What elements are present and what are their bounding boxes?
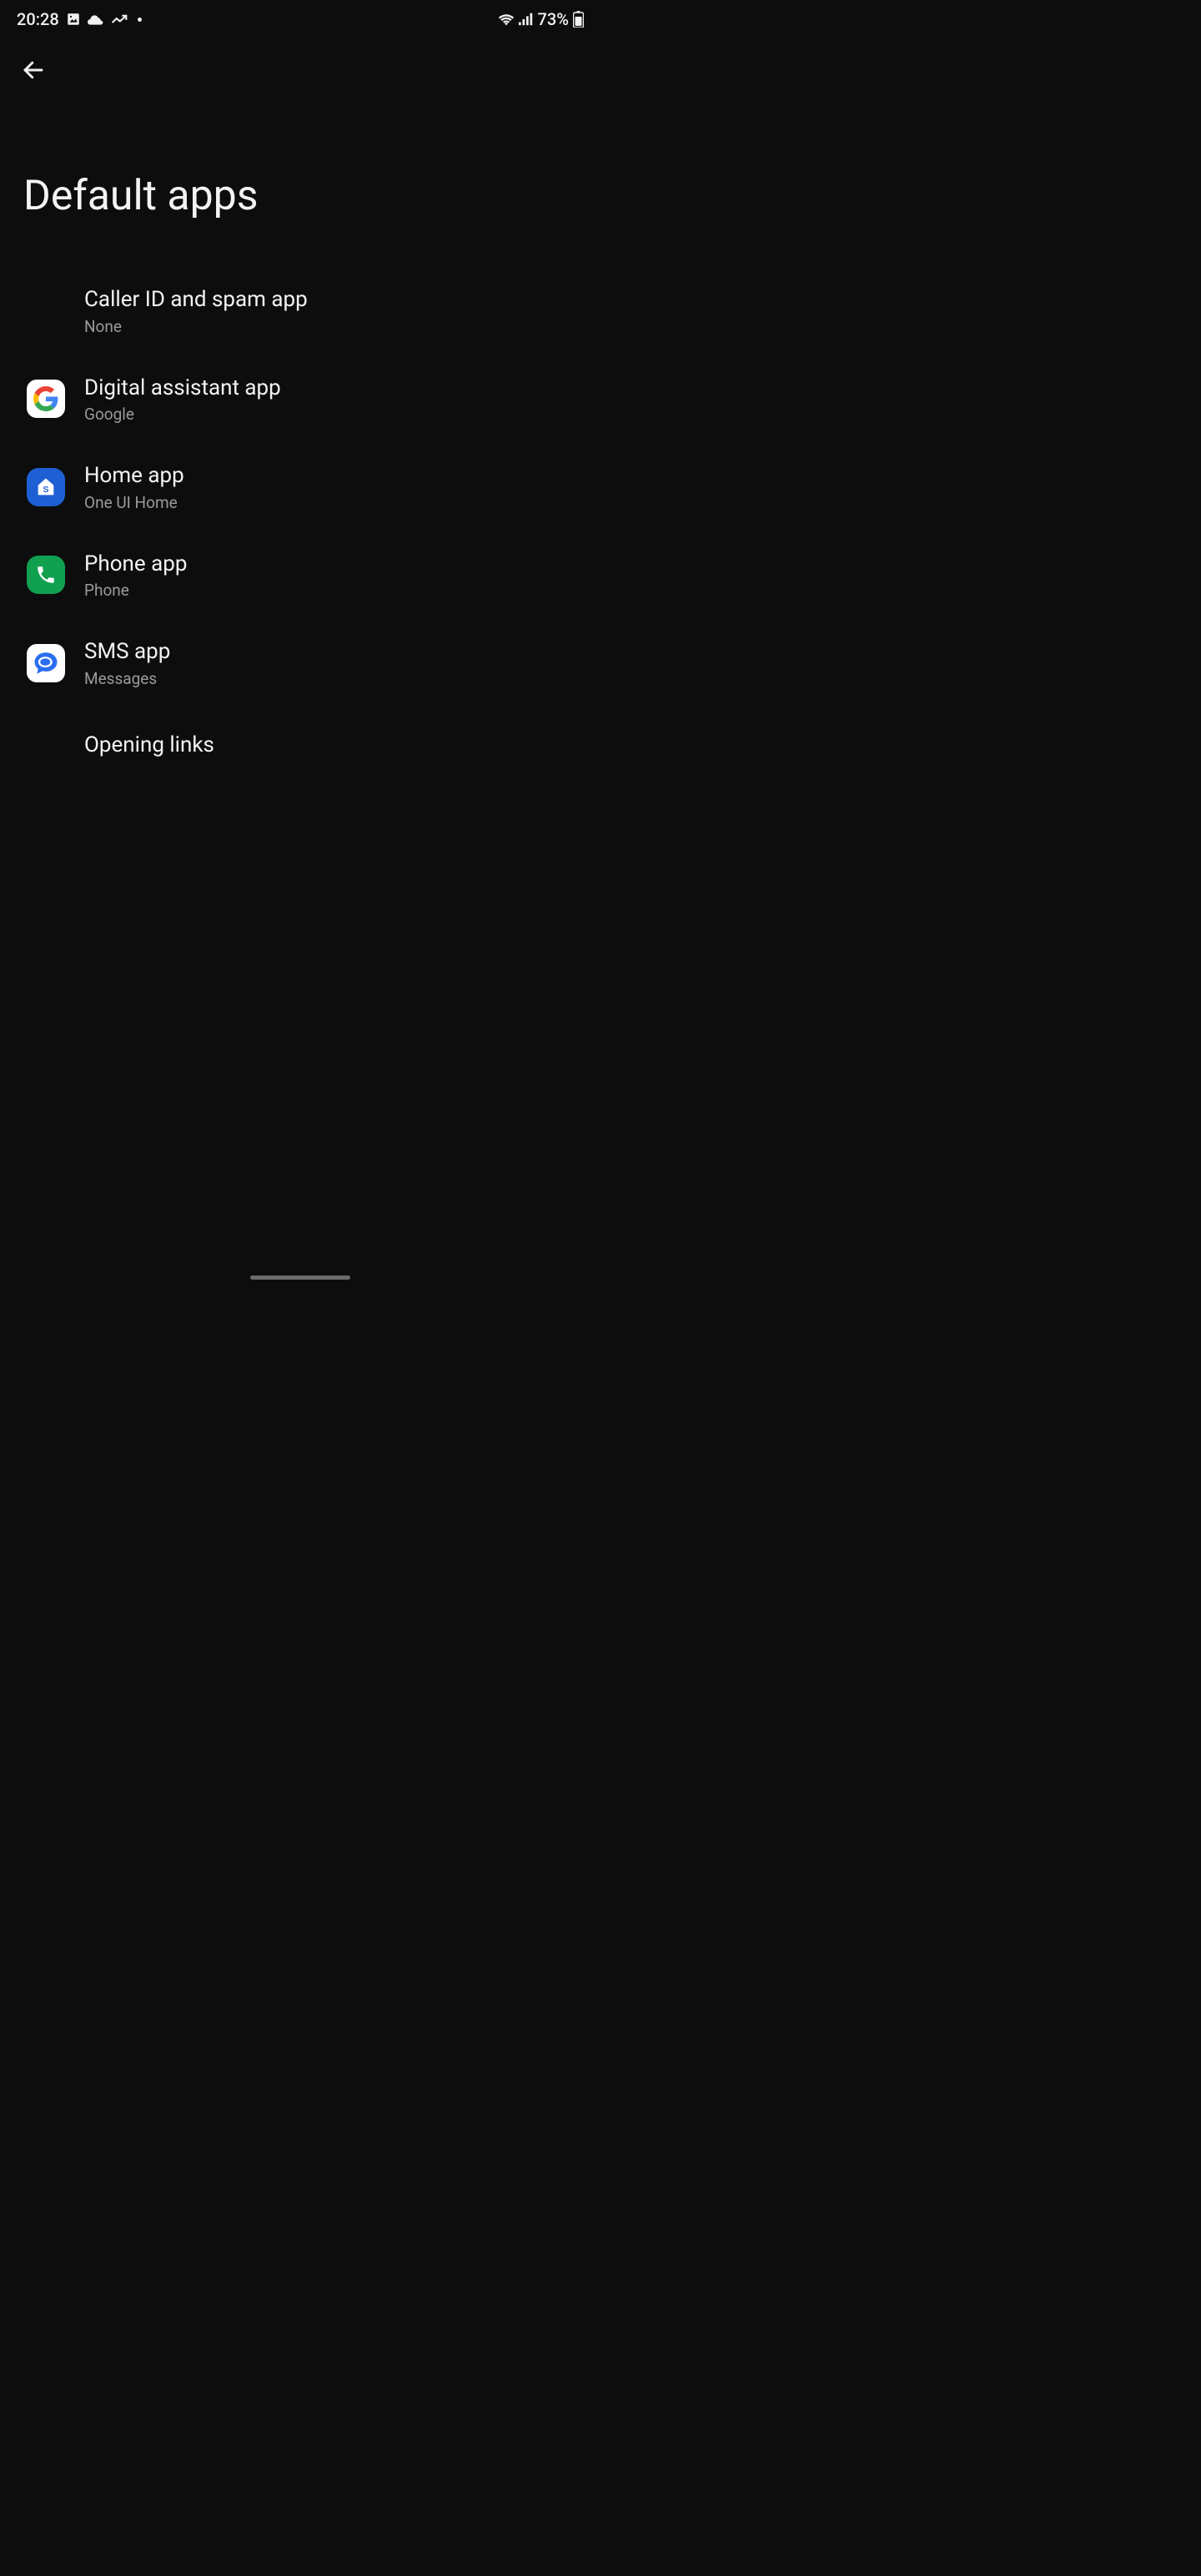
list-item-title: Digital assistant app (84, 375, 281, 402)
page-title: Default apps (0, 97, 600, 245)
list-item-sms[interactable]: SMS app Messages (0, 619, 600, 707)
signal-icon (519, 13, 534, 26)
one-ui-home-icon: S (27, 468, 65, 506)
phone-app-icon (27, 556, 65, 594)
list-item-title: Caller ID and spam app (84, 286, 308, 314)
battery-percent: 73% (538, 9, 569, 29)
back-button[interactable] (17, 53, 50, 87)
icon-spacer (27, 292, 65, 330)
list-item-sub: Google (84, 405, 281, 424)
list-text: Home app One UI Home (84, 462, 184, 512)
list-item-sub: Phone (84, 581, 188, 600)
nav-handle[interactable] (250, 1275, 350, 1280)
messages-app-icon (27, 644, 65, 682)
list-item-phone[interactable]: Phone app Phone (0, 531, 600, 620)
list-item-title: Phone app (84, 551, 188, 578)
list-text: Phone app Phone (84, 551, 188, 601)
list-item-digital-assistant[interactable]: Digital assistant app Google (0, 355, 600, 444)
icon-spacer (27, 727, 65, 765)
status-dot (138, 18, 142, 22)
list-item-title: Opening links (84, 732, 214, 759)
list-item-sub: None (84, 317, 308, 336)
list-item-sub: Messages (84, 669, 170, 688)
list-item-home[interactable]: S Home app One UI Home (0, 443, 600, 531)
list-text: Digital assistant app Google (84, 375, 281, 425)
settings-list: Caller ID and spam app None Digital assi… (0, 245, 600, 784)
list-item-sub: One UI Home (84, 493, 184, 512)
list-text: Caller ID and spam app None (84, 286, 308, 336)
status-time: 20:28 (17, 9, 59, 29)
cloud-icon (88, 13, 104, 25)
status-right: 73% (498, 9, 584, 29)
list-text: Opening links (84, 732, 214, 759)
wifi-icon (498, 13, 515, 26)
list-text: SMS app Messages (84, 638, 170, 688)
arrow-left-icon (21, 58, 46, 83)
list-item-title: Home app (84, 462, 184, 490)
list-item-title: SMS app (84, 638, 170, 666)
battery-icon (573, 11, 584, 28)
google-icon (27, 380, 65, 418)
list-item-caller-id[interactable]: Caller ID and spam app None (0, 267, 600, 355)
image-icon (66, 12, 81, 27)
svg-text:S: S (43, 485, 48, 495)
header (0, 35, 600, 97)
list-item-opening-links[interactable]: Opening links (0, 707, 600, 784)
trending-icon (111, 13, 128, 25)
status-bar: 20:28 73% (0, 0, 600, 35)
status-left: 20:28 (17, 9, 142, 29)
